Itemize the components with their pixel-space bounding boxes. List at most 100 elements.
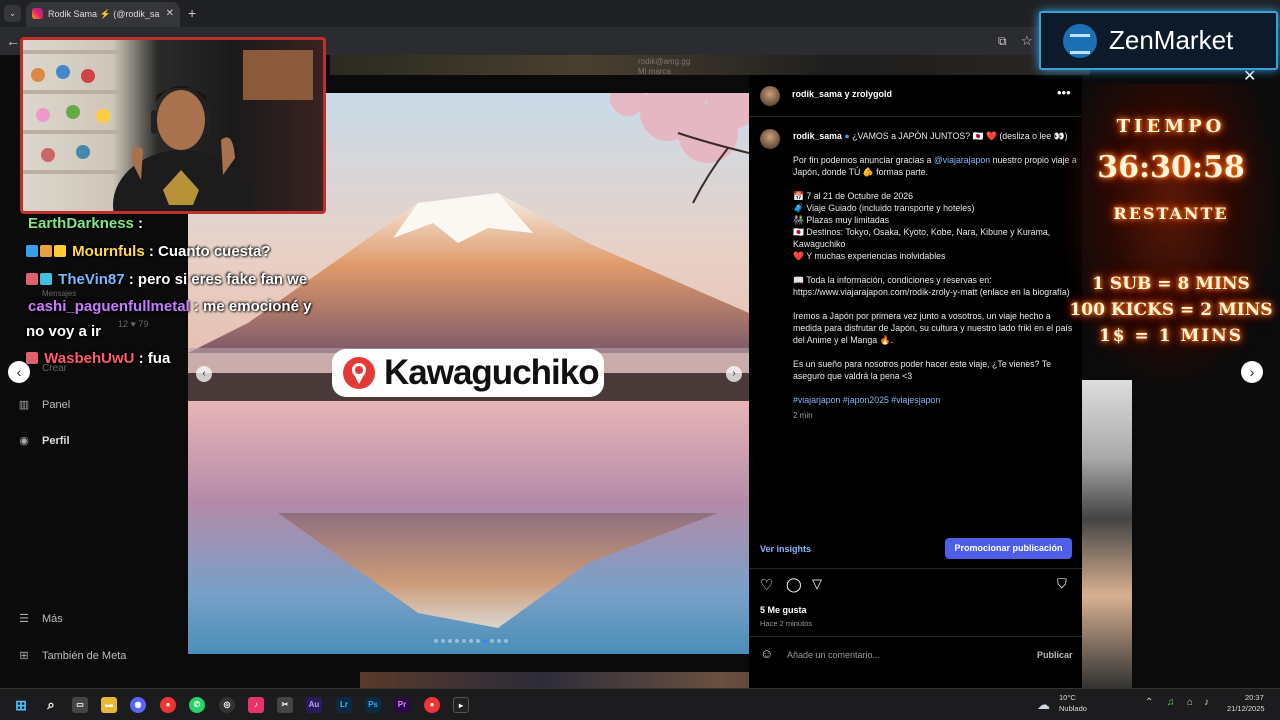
avatar[interactable] bbox=[760, 86, 780, 106]
cloud-icon[interactable]: ☁ bbox=[1037, 697, 1050, 713]
app-icon[interactable]: ◎ bbox=[219, 697, 235, 713]
chat-message-continued: no voy a ir bbox=[26, 323, 101, 340]
carousel-dot bbox=[490, 639, 494, 643]
bookmark-icon[interactable]: ⛉ bbox=[1057, 576, 1067, 592]
chat-message: TheVin87 : pero si eres fake fan we bbox=[26, 271, 307, 288]
caption-mention[interactable]: @viajarajapon bbox=[934, 155, 990, 165]
tab-close-icon[interactable]: ✕ bbox=[166, 8, 174, 19]
photoshop-icon[interactable]: Ps bbox=[365, 697, 381, 713]
tab-title: Rodik Sama ⚡ (@rodik_sa bbox=[48, 9, 160, 19]
weather-temperature[interactable]: 10°C bbox=[1059, 693, 1076, 702]
promote-post-button[interactable]: Promocionar publicación bbox=[945, 538, 1072, 559]
chat-username: cashi_paguenfullmetal bbox=[28, 298, 190, 315]
view-insights-link[interactable]: Ver insights bbox=[760, 544, 811, 554]
chat-text: : pero si eres fake fan we bbox=[124, 271, 308, 288]
file-explorer-icon[interactable]: ▬ bbox=[101, 697, 117, 713]
badge-icon bbox=[26, 273, 38, 285]
caption-time: 2 min bbox=[793, 411, 813, 420]
weather-description[interactable]: Nublado bbox=[1059, 704, 1087, 713]
post-detail-panel: rodik_sama y zrolygold ••• rodik_sama ● … bbox=[749, 75, 1082, 688]
carousel-prev-button[interactable]: ‹ bbox=[196, 366, 212, 382]
carousel-dot bbox=[504, 639, 508, 643]
new-tab-button[interactable]: + bbox=[188, 5, 196, 21]
taskbar: ⊞ ⌕ ▭ ▬ ◉ ● ✆ ◎ ♪ ✂ Au Lr Ps Pr ● ▸ bbox=[0, 688, 1280, 720]
tiktok-icon[interactable]: ♪ bbox=[248, 697, 264, 713]
chrome-active-icon[interactable]: ● bbox=[424, 697, 440, 713]
sidebar-item-label: Perfil bbox=[42, 435, 70, 447]
carousel-dot bbox=[469, 639, 473, 643]
chart-icon: ▥ bbox=[18, 399, 30, 411]
caption-username[interactable]: rodik_sama bbox=[793, 131, 842, 141]
clock-time[interactable]: 20:37 bbox=[1245, 693, 1264, 702]
chat-username: TheVin87 bbox=[58, 271, 125, 288]
sidebar-item-meta[interactable]: ⊞ También de Meta bbox=[16, 649, 126, 662]
carousel-dot bbox=[476, 639, 480, 643]
send-icon[interactable]: ▽ bbox=[812, 576, 822, 592]
timer-label: RESTANTE bbox=[1113, 204, 1229, 223]
likes-count[interactable]: 5 Me gusta bbox=[760, 605, 807, 615]
chevron-up-icon[interactable]: ⌃ bbox=[1145, 697, 1153, 708]
post-authors[interactable]: rodik_sama y zrolygold bbox=[792, 89, 892, 99]
chat-text: : bbox=[133, 215, 144, 232]
meta-grid-icon: ⊞ bbox=[19, 650, 29, 662]
carousel-dot bbox=[497, 639, 501, 643]
sidebar-item-panel[interactable]: ▥ Panel bbox=[16, 398, 70, 411]
caption-hashtags[interactable]: #viajarjapon #japon2025 #viajesjapon bbox=[793, 394, 1077, 406]
location-badge: Kawaguchiko bbox=[332, 349, 604, 397]
install-app-icon[interactable]: ⧉ bbox=[998, 34, 1007, 49]
caption-paragraph: 📖 Toda la información, condiciones y res… bbox=[793, 275, 1070, 297]
divider bbox=[749, 116, 1082, 117]
comment-input[interactable]: Añade un comentario... bbox=[787, 650, 880, 660]
heart-icon[interactable]: ♡ bbox=[760, 576, 773, 594]
chat-username: EarthDarkness bbox=[28, 215, 134, 232]
capcut-icon[interactable]: ✂ bbox=[277, 697, 293, 713]
sidebar-item-label: Más bbox=[42, 613, 63, 625]
timer-value: 36:30:58 bbox=[1097, 150, 1245, 185]
sidebar-item-mas[interactable]: ☰ Más bbox=[16, 612, 63, 625]
chrome-icon[interactable]: ● bbox=[160, 697, 176, 713]
chat-text: : Cuanto cuesta? bbox=[144, 243, 271, 260]
carousel-next-button[interactable]: › bbox=[726, 366, 742, 382]
windows-start-icon[interactable]: ⊞ bbox=[13, 697, 29, 713]
avatar[interactable] bbox=[760, 129, 780, 149]
caption-line: 👫 Plazas muy limitadas bbox=[793, 215, 890, 225]
sidebar-item-label: Panel bbox=[42, 399, 71, 411]
zenmarket-logo-icon bbox=[1063, 23, 1097, 58]
terminal-icon[interactable]: ▸ bbox=[453, 697, 469, 713]
tab-instagram[interactable]: Rodik Sama ⚡ (@rodik_sa ✕ bbox=[26, 2, 180, 27]
comment-icon[interactable]: ◯ bbox=[786, 576, 802, 593]
chat-text: : fua bbox=[134, 350, 171, 367]
whatsapp-icon[interactable]: ✆ bbox=[189, 697, 205, 713]
task-view-icon[interactable]: ▭ bbox=[72, 697, 88, 713]
carousel-dot bbox=[434, 639, 438, 643]
volume-icon[interactable]: ♪ bbox=[1204, 697, 1209, 708]
badge-icon bbox=[40, 245, 52, 257]
avatar-icon: ◉ bbox=[19, 435, 29, 447]
chat-text: : me emocioné y bbox=[189, 298, 312, 315]
sidebar-item-mensajes[interactable]: Mensajes bbox=[42, 289, 76, 298]
clock-date[interactable]: 21/12/2025 bbox=[1227, 704, 1265, 713]
search-icon[interactable]: ⌕ bbox=[43, 697, 59, 713]
microphone-icon[interactable]: ♫ bbox=[1167, 697, 1175, 708]
profile-banner-backdrop bbox=[330, 55, 1090, 75]
premiere-icon[interactable]: Pr bbox=[394, 697, 410, 713]
caption-text: Por fin podemos anunciar gracias a bbox=[793, 155, 934, 165]
crown-icon bbox=[54, 245, 66, 257]
publish-comment-button[interactable]: Publicar bbox=[1037, 650, 1073, 660]
bookmark-star-icon[interactable]: ☆ bbox=[1021, 33, 1033, 49]
sidebar-item-perfil[interactable]: ◉ Perfil bbox=[16, 434, 70, 447]
caption-line: 🧳 Viaje Guiado (incluido transporte y ho… bbox=[793, 203, 975, 213]
verified-icon: ● bbox=[844, 131, 850, 141]
sidebar-notification-stats: 12 ♥ 79 bbox=[118, 319, 149, 329]
lightroom-icon[interactable]: Lr bbox=[336, 697, 352, 713]
discord-icon[interactable]: ◉ bbox=[130, 697, 146, 713]
chat-username: WasbehUwU bbox=[44, 350, 135, 367]
back-arrow-icon[interactable]: ← bbox=[6, 33, 20, 49]
emoji-icon[interactable]: ☺ bbox=[760, 646, 773, 661]
chat-message: cashi_paguenfullmetal : me emocioné y bbox=[28, 298, 311, 315]
audition-icon[interactable]: Au bbox=[306, 697, 322, 713]
badge-icon bbox=[26, 352, 38, 364]
tab-search-button[interactable]: ⌄ bbox=[4, 5, 21, 22]
divider bbox=[749, 568, 1082, 569]
network-icon[interactable]: ⌂ bbox=[1187, 697, 1193, 708]
